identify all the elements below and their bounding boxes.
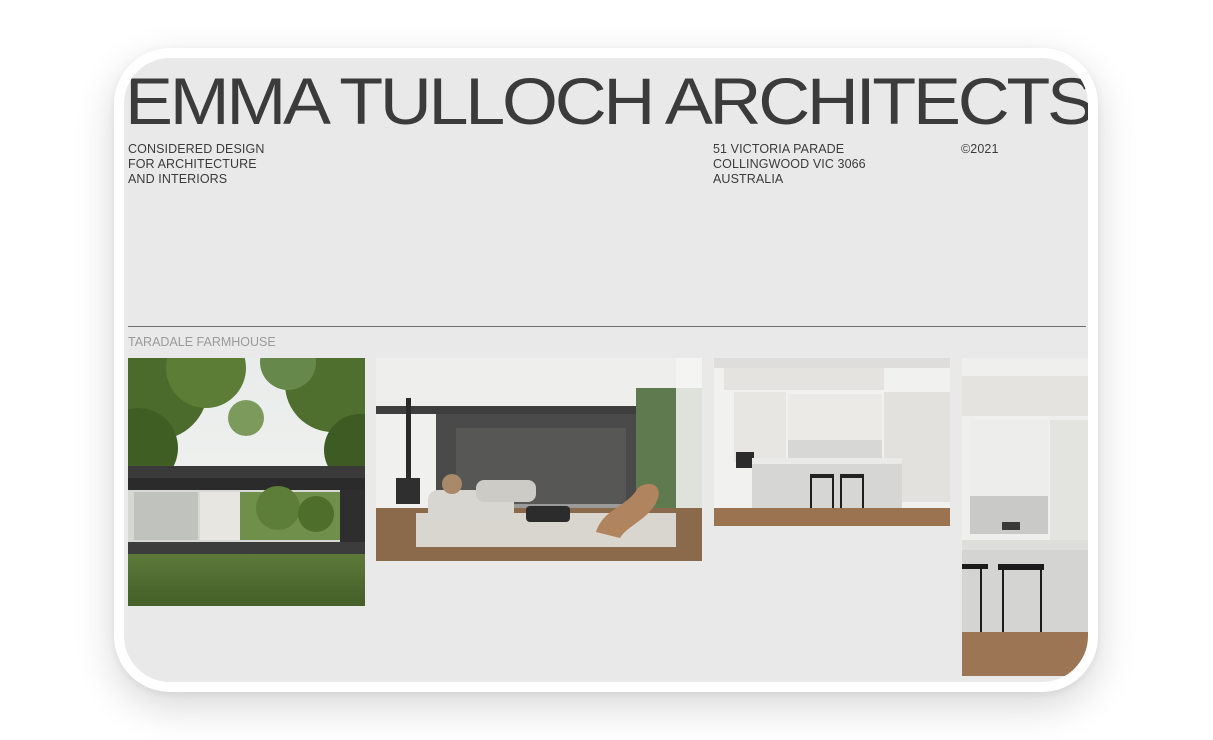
section-divider <box>128 326 1086 327</box>
kitchen-stools-photo[interactable] <box>962 358 1088 676</box>
brand-wordmark[interactable]: EMMA TULLOCH ARCHITECTS <box>125 68 1088 134</box>
website-screen[interactable]: EMMA TULLOCH ARCHITECTS CONSIDERED DESIG… <box>124 58 1088 682</box>
copyright: ©2021 <box>961 142 999 156</box>
address-block[interactable]: 51 VICTORIA PARADE COLLINGWOOD VIC 3066 … <box>713 142 866 187</box>
address-line-2: COLLINGWOOD VIC 3066 <box>713 157 866 171</box>
tagline: CONSIDERED DESIGN FOR ARCHITECTURE AND I… <box>128 142 264 187</box>
living-room-photo[interactable] <box>376 358 702 561</box>
screenshot-stage: EMMA TULLOCH ARCHITECTS CONSIDERED DESIG… <box>0 0 1213 740</box>
address-line-3: AUSTRALIA <box>713 172 784 186</box>
address-line-1: 51 VICTORIA PARADE <box>713 142 845 156</box>
tagline-line-2: FOR ARCHITECTURE <box>128 157 257 171</box>
kitchen-island-photo[interactable] <box>714 358 950 526</box>
project-title[interactable]: TARADALE FARMHOUSE <box>128 335 276 349</box>
tagline-line-1: CONSIDERED DESIGN <box>128 142 265 156</box>
tagline-line-3: AND INTERIORS <box>128 172 228 186</box>
exterior-pavilion-photo[interactable] <box>128 358 365 606</box>
